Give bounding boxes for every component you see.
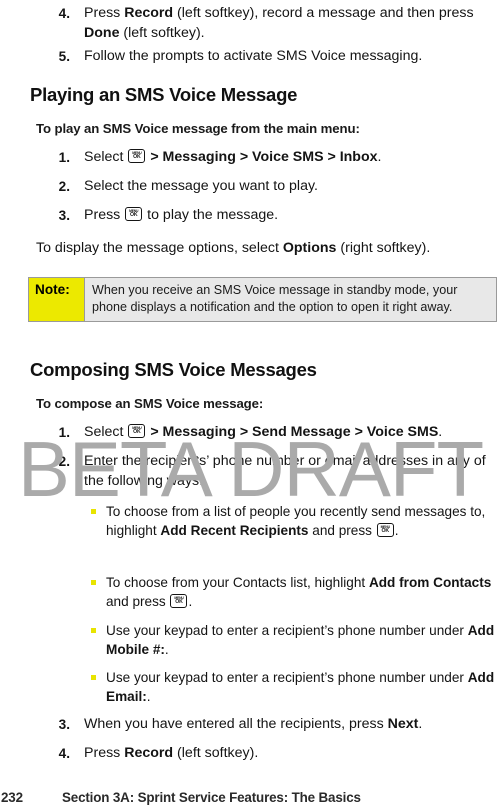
footer-page-number: 232 (1, 790, 23, 805)
list-item: 4. Press Record (left softkey). (36, 744, 501, 764)
list-item-text: To choose from a list of people you rece… (106, 504, 486, 538)
list-item-text: To choose from your Contacts list, highl… (106, 575, 492, 609)
menu-ok-key-icon: MENU OK (128, 149, 146, 163)
bullet-marker-icon (91, 580, 96, 585)
footer-section-title: Section 3A: Sprint Service Features: The… (62, 790, 361, 805)
list-item: To choose from your Contacts list, highl… (90, 573, 500, 611)
list-item-text: Press Record (left softkey), record a me… (84, 5, 474, 41)
list-item-text: When you have entered all the recipients… (84, 716, 423, 732)
note-callout: Note: When you receive an SMS Voice mess… (28, 277, 497, 322)
list-item-text: Press Record (left softkey). (84, 745, 259, 761)
lead-in-playing: To play an SMS Voice message from the ma… (36, 121, 360, 136)
list-item: 5. Follow the prompts to activate SMS Vo… (36, 47, 501, 67)
list-item-text: Select the message you want to play. (84, 178, 318, 194)
menu-ok-key-icon: MENU OK (128, 424, 146, 438)
list-item: 1. Select MENU OK > Messaging > Voice SMS… (36, 148, 501, 168)
list-item: 4. Press Record (left softkey), record a… (36, 4, 501, 43)
list-item-text: Follow the prompts to activate SMS Voice… (84, 48, 423, 64)
list-item: 2. Select the message you want to play. (36, 177, 501, 197)
list-item-text: Enter the recipients’ phone number or em… (84, 453, 486, 489)
list-item-number: 3. (58, 208, 70, 223)
bullet-marker-icon (91, 628, 96, 633)
list-item-text: Select MENU OK > Messaging > Send Message… (84, 424, 443, 440)
page-footer: 232 Section 3A: Sprint Service Features:… (0, 790, 501, 810)
list-item: To choose from a list of people you rece… (90, 502, 500, 540)
list-item-number: 1. (58, 425, 70, 440)
menu-ok-key-icon: MENU OK (376, 523, 394, 537)
list-item: Use your keypad to enter a recipient’s p… (90, 621, 500, 659)
list-item-number: 5. (58, 49, 70, 64)
note-body: When you receive an SMS Voice message in… (92, 283, 458, 314)
list-item: 3. Press MENU OK to play the message. (36, 206, 501, 226)
list-item-text: Press MENU OK to play the message. (84, 207, 279, 223)
list-item: 2. Enter the recipients’ phone number or… (36, 452, 501, 491)
section-heading-composing: Composing SMS Voice Messages (30, 359, 317, 380)
list-item-text: Select MENU OK > Messaging > Voice SMS > … (84, 149, 382, 165)
list-item-number: 2. (58, 179, 70, 194)
closing-note-playing: To display the message options, select O… (36, 240, 431, 256)
list-item: 1. Select MENU OK > Messaging > Send Mess… (36, 423, 501, 443)
list-item-text: Use your keypad to enter a recipient’s p… (106, 623, 495, 657)
lead-in-composing: To compose an SMS Voice message: (36, 396, 264, 411)
list-item-number: 4. (58, 6, 70, 21)
list-item: Use your keypad to enter a recipient’s p… (90, 668, 500, 706)
list-item-number: 1. (58, 150, 70, 165)
list-item-number: 3. (58, 717, 70, 732)
section-heading-playing: Playing an SMS Voice Message (30, 84, 298, 105)
list-item-number: 4. (58, 746, 70, 761)
note-label: Note: (29, 278, 85, 321)
list-item-number: 2. (58, 454, 70, 469)
menu-ok-key-icon: MENU OK (170, 594, 188, 608)
bullet-marker-icon (91, 509, 96, 514)
list-item-text: Use your keypad to enter a recipient’s p… (106, 670, 495, 704)
list-item: 3. When you have entered all the recipie… (36, 715, 501, 735)
menu-ok-key-icon: MENU OK (125, 207, 143, 221)
bullet-marker-icon (91, 675, 96, 680)
